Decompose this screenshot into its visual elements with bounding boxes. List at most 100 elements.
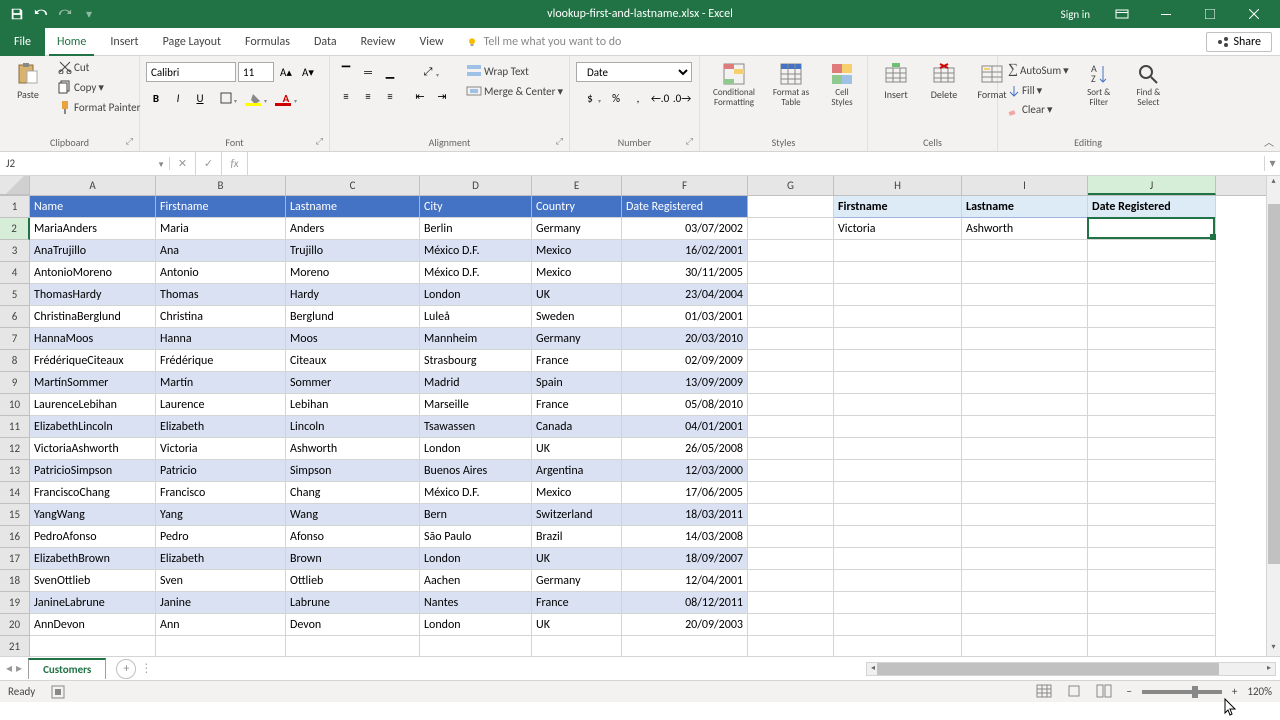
insert-cells-button[interactable]: Insert [874, 58, 918, 105]
undo-icon[interactable] [32, 5, 50, 23]
cell[interactable]: Thomas [156, 284, 286, 306]
cell[interactable]: 18/09/2007 [622, 548, 748, 570]
signin-link[interactable]: Sign in [1061, 8, 1090, 21]
alignment-launcher[interactable]: ⤢ [556, 136, 563, 147]
page-layout-view-icon[interactable] [1066, 684, 1086, 700]
cell[interactable]: Christina [156, 306, 286, 328]
cell[interactable] [834, 350, 962, 372]
cell[interactable]: Moreno [286, 262, 420, 284]
close-button[interactable] [1236, 0, 1272, 28]
cell[interactable] [1088, 636, 1216, 656]
cell[interactable] [748, 394, 834, 416]
cell[interactable]: Bern [420, 504, 532, 526]
cell[interactable] [834, 306, 962, 328]
zoom-thumb[interactable] [1192, 686, 1198, 698]
cell[interactable]: MariaAnders [30, 218, 156, 240]
row-header-1[interactable]: 1 [0, 196, 30, 218]
cell[interactable] [962, 328, 1088, 350]
cell[interactable]: Germany [532, 570, 622, 592]
cell[interactable]: México D.F. [420, 262, 532, 284]
cell[interactable] [748, 262, 834, 284]
sheet-tab-customers[interactable]: Customers [28, 658, 106, 679]
cell[interactable] [1088, 262, 1216, 284]
cell[interactable]: Lebihan [286, 394, 420, 416]
increase-indent-icon[interactable]: ⇥ [432, 86, 452, 106]
column-header-A[interactable]: A [30, 176, 156, 195]
cell[interactable] [962, 460, 1088, 482]
row-header-19[interactable]: 19 [0, 592, 30, 614]
sheet-nav[interactable]: ◂▸ [0, 661, 28, 676]
align-top-icon[interactable]: ▔ [336, 62, 356, 82]
cell[interactable]: Canada [532, 416, 622, 438]
cell[interactable]: SvenOttlieb [30, 570, 156, 592]
cell[interactable]: City [420, 196, 532, 218]
font-color-button[interactable]: A [272, 88, 300, 108]
cell[interactable] [962, 526, 1088, 548]
orientation-icon[interactable]: ⤢ [414, 62, 442, 82]
cell[interactable]: AnaTrujillo [30, 240, 156, 262]
cell[interactable] [962, 350, 1088, 372]
fill-button[interactable]: Fill ▾ [1004, 82, 1073, 99]
cell[interactable]: AntonioMoreno [30, 262, 156, 284]
cell[interactable] [962, 306, 1088, 328]
font-launcher[interactable]: ⤢ [316, 136, 323, 147]
tab-view[interactable]: View [408, 28, 456, 56]
cell[interactable] [286, 636, 420, 656]
cell[interactable]: Martín [156, 372, 286, 394]
cell[interactable]: 20/09/2003 [622, 614, 748, 636]
row-header-11[interactable]: 11 [0, 416, 30, 438]
cell[interactable]: Janine [156, 592, 286, 614]
cell[interactable] [1088, 240, 1216, 262]
cell[interactable]: ThomasHardy [30, 284, 156, 306]
cell[interactable]: 16/02/2001 [622, 240, 748, 262]
cell[interactable] [962, 372, 1088, 394]
row-header-10[interactable]: 10 [0, 394, 30, 416]
copy-button[interactable]: Copy ▾ [54, 78, 144, 96]
cell[interactable] [1088, 306, 1216, 328]
cell[interactable]: Germany [532, 328, 622, 350]
expand-formula-bar-icon[interactable]: ▾ [1264, 156, 1280, 171]
cell[interactable] [834, 240, 962, 262]
cell[interactable]: Simpson [286, 460, 420, 482]
cell[interactable]: Strasbourg [420, 350, 532, 372]
cell[interactable]: Berglund [286, 306, 420, 328]
row-header-8[interactable]: 8 [0, 350, 30, 372]
cell[interactable]: Francisco [156, 482, 286, 504]
cell[interactable] [834, 570, 962, 592]
cell[interactable]: Patricio [156, 460, 286, 482]
cell[interactable]: 04/01/2001 [622, 416, 748, 438]
cell[interactable]: LaurenceLebihan [30, 394, 156, 416]
add-sheet-button[interactable]: + [116, 659, 136, 679]
decrease-decimal-icon[interactable]: .0→ [672, 88, 692, 108]
cell[interactable] [834, 592, 962, 614]
cell[interactable] [1088, 372, 1216, 394]
share-button[interactable]: Share [1206, 32, 1272, 52]
row-header-15[interactable]: 15 [0, 504, 30, 526]
font-name-select[interactable] [146, 62, 236, 82]
cell[interactable] [748, 416, 834, 438]
tab-formulas[interactable]: Formulas [233, 28, 302, 56]
cell[interactable] [532, 636, 622, 656]
save-icon[interactable] [8, 5, 26, 23]
cell[interactable]: Nantes [420, 592, 532, 614]
number-format-select[interactable]: Date [576, 62, 692, 82]
cell[interactable]: Spain [532, 372, 622, 394]
cell[interactable]: Buenos Aires [420, 460, 532, 482]
cell[interactable]: 17/06/2005 [622, 482, 748, 504]
cell[interactable] [834, 394, 962, 416]
percent-icon[interactable]: % [606, 88, 626, 108]
cell[interactable]: Switzerland [532, 504, 622, 526]
format-painter-button[interactable]: Format Painter [54, 98, 144, 116]
cell[interactable]: 30/11/2005 [622, 262, 748, 284]
column-header-I[interactable]: I [962, 176, 1088, 195]
cut-button[interactable]: Cut [54, 58, 144, 76]
vertical-scroll-thumb[interactable] [1268, 204, 1280, 564]
cell[interactable] [962, 416, 1088, 438]
cell[interactable] [748, 438, 834, 460]
cell[interactable] [1088, 504, 1216, 526]
redo-icon[interactable] [56, 5, 74, 23]
cell[interactable]: Ann [156, 614, 286, 636]
cell[interactable]: Elizabeth [156, 548, 286, 570]
italic-button[interactable]: I [168, 88, 188, 108]
cell[interactable] [962, 240, 1088, 262]
